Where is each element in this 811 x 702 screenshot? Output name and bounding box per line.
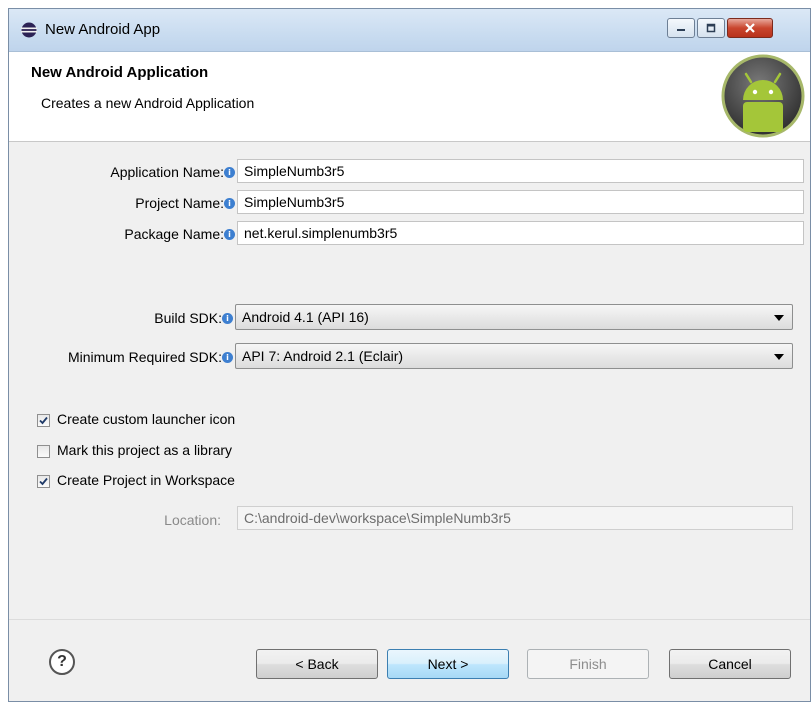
info-icon: i xyxy=(224,167,235,178)
check-icon xyxy=(39,477,48,486)
wizard-header: New Android Application Creates a new An… xyxy=(9,52,810,142)
build-sdk-value: Android 4.1 (API 16) xyxy=(242,309,369,325)
package-name-label: Package Name: xyxy=(124,226,224,242)
close-icon xyxy=(745,23,755,33)
min-sdk-label: Minimum Required SDK: xyxy=(67,349,222,365)
page-title: New Android Application xyxy=(31,64,209,81)
min-sdk-dropdown[interactable]: API 7: Android 2.1 (Eclair) xyxy=(235,343,793,369)
location-field: C:\android-dev\workspace\SimpleNumb3r5 xyxy=(237,506,793,530)
info-icon: i xyxy=(224,229,235,240)
info-icon: i xyxy=(224,198,235,209)
info-icon: i xyxy=(222,313,233,324)
title-bar[interactable]: New Android App xyxy=(9,9,810,52)
project-name-field[interactable]: SimpleNumb3r5 xyxy=(237,190,804,214)
close-button[interactable] xyxy=(727,18,773,38)
mark-as-library-checkbox[interactable] xyxy=(37,445,50,458)
chevron-down-icon xyxy=(774,354,784,360)
new-android-app-window: New Android App New Android Application … xyxy=(8,8,811,702)
create-launcher-icon-checkbox[interactable] xyxy=(37,414,50,427)
window-title: New Android App xyxy=(45,21,161,38)
application-name-label: Application Name: xyxy=(110,164,224,180)
chevron-down-icon xyxy=(774,315,784,321)
back-button[interactable]: < Back xyxy=(256,649,378,679)
minimize-button[interactable] xyxy=(667,18,695,38)
cancel-button[interactable]: Cancel xyxy=(669,649,791,679)
android-logo-icon xyxy=(721,54,805,138)
finish-button: Finish xyxy=(527,649,649,679)
application-name-field[interactable]: SimpleNumb3r5 xyxy=(237,159,804,183)
build-sdk-dropdown[interactable]: Android 4.1 (API 16) xyxy=(235,304,793,330)
create-in-workspace-label[interactable]: Create Project in Workspace xyxy=(57,472,235,488)
eclipse-icon xyxy=(21,22,37,38)
location-label: Location: xyxy=(164,512,221,528)
check-icon xyxy=(39,416,48,425)
package-name-field[interactable]: net.kerul.simplenumb3r5 xyxy=(237,221,804,245)
create-in-workspace-checkbox[interactable] xyxy=(37,475,50,488)
footer-divider xyxy=(9,619,810,620)
info-icon: i xyxy=(222,352,233,363)
page-subtitle: Creates a new Android Application xyxy=(41,95,255,111)
create-launcher-icon-label[interactable]: Create custom launcher icon xyxy=(57,411,235,427)
build-sdk-label: Build SDK: xyxy=(154,310,222,326)
maximize-button[interactable] xyxy=(697,18,725,38)
minimize-icon xyxy=(677,29,685,31)
min-sdk-value: API 7: Android 2.1 (Eclair) xyxy=(242,348,404,364)
project-name-label: Project Name: xyxy=(135,195,224,211)
help-button[interactable]: ? xyxy=(49,649,75,675)
next-button[interactable]: Next > xyxy=(387,649,509,679)
maximize-icon xyxy=(706,23,716,33)
mark-as-library-label[interactable]: Mark this project as a library xyxy=(57,442,232,458)
